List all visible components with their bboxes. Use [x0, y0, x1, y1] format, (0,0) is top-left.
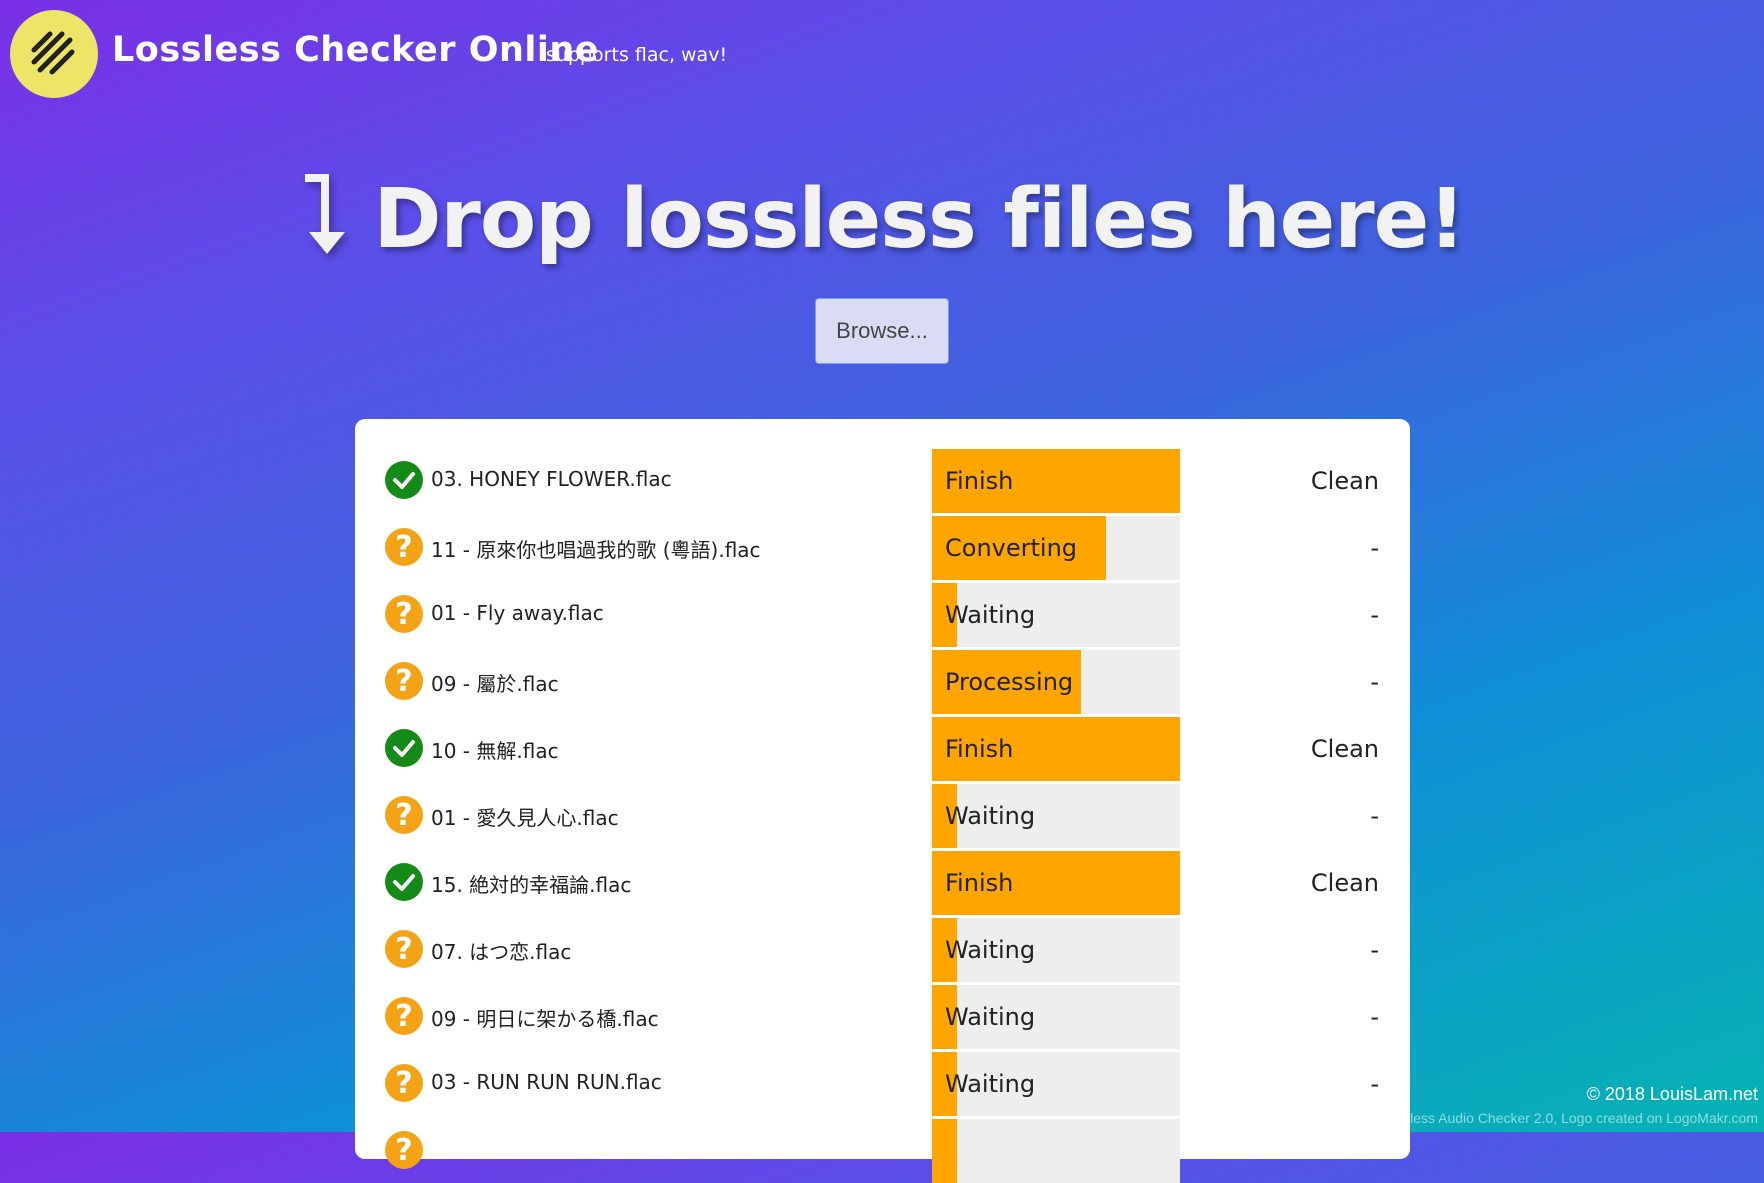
progress-stage: Waiting: [945, 1003, 1036, 1031]
progress-bar: Processing: [932, 650, 1180, 714]
result-label: -: [1370, 601, 1379, 629]
drop-zone[interactable]: Drop lossless files here!: [0, 160, 1764, 278]
progress-stage: Finish: [945, 735, 1014, 763]
diagonal-stripes-logo-icon: [31, 31, 75, 75]
progress-stage: Processing: [945, 668, 1074, 696]
file-row: 03. HONEY FLOWER.flac Finish Clean: [355, 449, 1410, 513]
progress-bar: Finish: [932, 717, 1180, 781]
file-row: ? 03 - RUN RUN RUN.flac Waiting -: [355, 1052, 1410, 1116]
file-name: 11 - 原來你也唱過我的歌 (粵語).flac: [431, 538, 761, 562]
file-row: ? 01 - 愛久見人心.flac Waiting -: [355, 784, 1410, 848]
file-name: 07. はつ恋.flac: [431, 940, 572, 964]
progress-bar: Waiting: [932, 985, 1180, 1049]
progress-fill: [932, 1119, 957, 1183]
header: Lossless Checker Online supports flac, w…: [0, 0, 1764, 110]
question-icon: ?: [385, 796, 423, 834]
footer-powered: Powered by Lossless Audio Checker 2.0, L…: [1302, 1110, 1758, 1126]
result-label: Clean: [1310, 735, 1379, 763]
progress-bar: Waiting: [932, 784, 1180, 848]
file-row: ? 07. はつ恋.flac Waiting -: [355, 918, 1410, 982]
file-name: 09 - 屬於.flac: [431, 672, 559, 696]
progress-stage: Waiting: [945, 1070, 1036, 1098]
progress-stage: Finish: [945, 467, 1014, 495]
app-title: Lossless Checker Online: [112, 30, 600, 70]
file-name: 09 - 明日に架かる橋.flac: [431, 1007, 659, 1031]
question-icon: ?: [385, 662, 423, 700]
progress-stage: Waiting: [945, 601, 1036, 629]
progress-bar: Converting: [932, 516, 1180, 580]
check-icon: [385, 461, 423, 499]
result-label: -: [1370, 1003, 1379, 1031]
file-name: 15. 絶対的幸福論.flac: [431, 873, 632, 897]
app-subtitle: supports flac, wav!: [546, 44, 728, 66]
progress-bar: Finish: [932, 449, 1180, 513]
question-icon: ?: [385, 1064, 423, 1102]
file-name: 01 - 愛久見人心.flac: [431, 806, 619, 830]
logo[interactable]: [10, 10, 98, 98]
progress-stage: Waiting: [945, 936, 1036, 964]
check-icon: [385, 863, 423, 901]
progress-bar: Waiting: [932, 1052, 1180, 1116]
file-row: 15. 絶対的幸福論.flac Finish Clean: [355, 851, 1410, 915]
file-row: ? 09 - 屬於.flac Processing -: [355, 650, 1410, 714]
progress-stage: Converting: [945, 534, 1078, 562]
drop-heading: Drop lossless files here!: [299, 160, 1466, 278]
question-icon: ?: [385, 528, 423, 566]
file-row: 10 - 無解.flac Finish Clean: [355, 717, 1410, 781]
result-label: -: [1370, 802, 1379, 830]
file-row: ? 01 - Fly away.flac Waiting -: [355, 583, 1410, 647]
progress-stage: Waiting: [945, 802, 1036, 830]
result-label: -: [1370, 936, 1379, 964]
arrow-down-icon: [299, 168, 355, 278]
file-name: 01 - Fly away.flac: [431, 601, 604, 625]
file-row: ? 09 - 明日に架かる橋.flac Waiting -: [355, 985, 1410, 1049]
footer-copyright: © 2018 LouisLam.net: [1586, 1084, 1758, 1104]
question-icon: ?: [385, 930, 423, 968]
browse-button[interactable]: Browse...: [815, 298, 949, 364]
result-label: -: [1370, 534, 1379, 562]
file-row: ?: [355, 1119, 1410, 1183]
file-name: 10 - 無解.flac: [431, 739, 559, 763]
file-list-panel: 03. HONEY FLOWER.flac Finish Clean? 11 - 原來…: [355, 419, 1410, 1183]
result-label: Clean: [1310, 869, 1379, 897]
question-icon: ?: [385, 595, 423, 633]
check-icon: [385, 729, 423, 767]
file-name: 03. HONEY FLOWER.flac: [431, 467, 672, 491]
drop-text: Drop lossless files here!: [373, 171, 1465, 267]
progress-bar: Finish: [932, 851, 1180, 915]
progress-bar: [932, 1119, 1180, 1183]
result-label: Clean: [1310, 467, 1379, 495]
question-icon: ?: [385, 1131, 423, 1169]
file-name: 03 - RUN RUN RUN.flac: [431, 1070, 662, 1094]
question-icon: ?: [385, 997, 423, 1035]
result-label: -: [1370, 668, 1379, 696]
progress-bar: Waiting: [932, 583, 1180, 647]
progress-bar: Waiting: [932, 918, 1180, 982]
progress-stage: Finish: [945, 869, 1014, 897]
file-row: ? 11 - 原來你也唱過我的歌 (粵語).flac Converting -: [355, 516, 1410, 580]
result-label: -: [1370, 1070, 1379, 1098]
